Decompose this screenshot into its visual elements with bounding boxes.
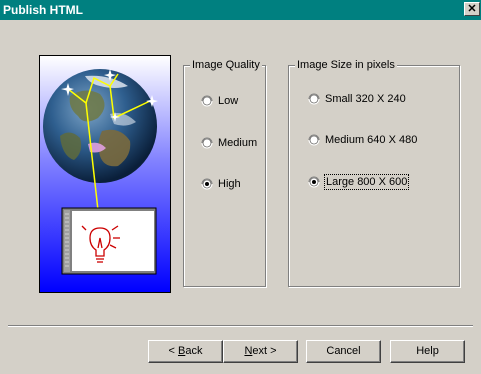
- window-title: Publish HTML: [3, 3, 83, 17]
- radio-button-icon[interactable]: [308, 134, 320, 146]
- cancel-button[interactable]: Cancel: [306, 340, 381, 363]
- globe-publish-illustration: [40, 56, 170, 292]
- size-option-small[interactable]: Small 320 X 240: [308, 92, 406, 106]
- size-large-label: Large 800 X 600: [323, 174, 410, 190]
- close-icon: ✕: [467, 3, 477, 15]
- radio-button-icon[interactable]: [308, 93, 320, 105]
- web-page-icon: [61, 207, 157, 275]
- radio-button-icon[interactable]: [201, 95, 213, 107]
- image-size-title: Image Size in pixels: [295, 58, 397, 72]
- quality-option-low[interactable]: Low: [201, 94, 238, 108]
- close-button[interactable]: ✕: [464, 2, 480, 16]
- radio-button-selected-icon[interactable]: [201, 178, 213, 190]
- next-arrow-icon: >: [267, 345, 277, 357]
- size-medium-label: Medium 640 X 480: [325, 134, 418, 146]
- publish-html-dialog: Publish HTML ✕ Image Quality Low Medium …: [0, 0, 481, 374]
- wizard-illustration: [39, 55, 171, 293]
- next-button[interactable]: Next >: [223, 340, 298, 363]
- size-option-large[interactable]: Large 800 X 600: [308, 174, 410, 190]
- title-bar[interactable]: Publish HTML ✕: [0, 0, 481, 20]
- globe-icon: [43, 69, 157, 183]
- button-separator: [8, 325, 473, 327]
- back-label-rest: ack: [185, 345, 203, 357]
- radio-button-icon[interactable]: [201, 137, 213, 149]
- back-button[interactable]: < Back: [148, 340, 223, 363]
- quality-medium-label: Medium: [218, 137, 258, 149]
- quality-high-label: High: [218, 178, 241, 190]
- image-size-group: Image Size in pixels Small 320 X 240 Med…: [288, 58, 460, 287]
- quality-option-medium[interactable]: Medium: [201, 136, 257, 150]
- quality-option-high[interactable]: High: [201, 177, 241, 191]
- back-arrow-icon: <: [168, 345, 178, 357]
- quality-low-label: Low: [218, 95, 239, 107]
- cancel-label: Cancel: [326, 345, 361, 357]
- help-label: Help: [416, 345, 439, 357]
- next-label-rest: ext: [252, 345, 268, 357]
- size-small-label: Small 320 X 240: [325, 93, 406, 105]
- image-quality-title: Image Quality: [190, 58, 262, 72]
- image-quality-group: Image Quality Low Medium High: [183, 58, 266, 287]
- radio-button-selected-icon[interactable]: [308, 176, 320, 188]
- size-option-medium[interactable]: Medium 640 X 480: [308, 133, 417, 147]
- help-button[interactable]: Help: [390, 340, 465, 363]
